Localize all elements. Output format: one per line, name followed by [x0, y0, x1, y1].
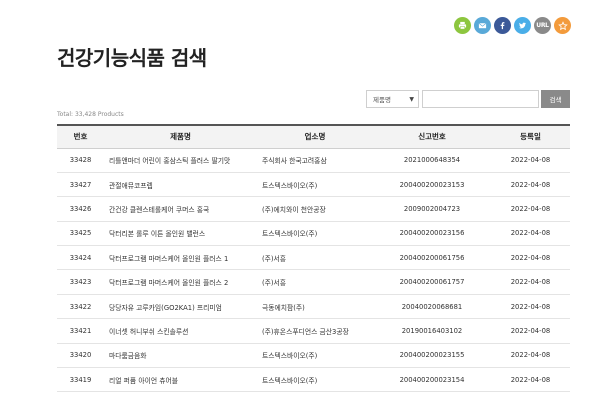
- row-report-number: 20040020068681: [373, 294, 491, 320]
- column-header-number: 번호: [57, 124, 104, 149]
- row-number: 33422: [57, 294, 104, 320]
- search-button[interactable]: 검색: [541, 90, 570, 108]
- column-header-company: 업소명: [257, 124, 373, 149]
- row-product-name[interactable]: 리틀앤마더 어린이 홍삼스틱 플러스 딸기맛: [104, 148, 257, 173]
- share-toolbar: URL: [454, 17, 571, 34]
- mail-icon[interactable]: [474, 17, 491, 34]
- row-number: 33419: [57, 367, 104, 393]
- row-company: 트스텍스바이오(주): [257, 343, 373, 369]
- table-row[interactable]: 33427 관절애뮤코프렙 트스텍스바이오(주) 200400200023153…: [57, 172, 570, 198]
- search-filter-label: 제품명: [373, 96, 391, 104]
- product-table: 번호 제품명 업소명 신고번호 등록일 33428 리틀앤마더 어린이 홍삼스틱…: [57, 124, 570, 393]
- row-date: 2022-04-08: [491, 148, 570, 173]
- row-date: 2022-04-08: [491, 221, 570, 247]
- row-company: (주)서흥: [257, 245, 373, 271]
- table-row[interactable]: 33423 닥터프로그램 마머스케어 올인원 플러스 2 (주)서흥 20040…: [57, 269, 570, 295]
- row-product-name[interactable]: 닥터리본 롤루 이튼 올인원 밸런스: [104, 221, 257, 247]
- row-product-name[interactable]: 이너셋 허니부쉬 스킨솔루션: [104, 318, 257, 344]
- print-icon[interactable]: [454, 17, 471, 34]
- row-company: 주식회사 한국고려홍삼: [257, 148, 373, 173]
- page-title: 건강기능식품 검색: [57, 46, 207, 70]
- row-report-number: 200400200023155: [373, 343, 491, 369]
- row-number: 33420: [57, 343, 104, 369]
- row-date: 2022-04-08: [491, 269, 570, 295]
- column-header-date: 등록일: [491, 124, 570, 149]
- table-row[interactable]: 33425 닥터리본 롤루 이튼 올인원 밸런스 트스텍스바이오(주) 2004…: [57, 221, 570, 247]
- row-company: (주)휴온스푸디언스 금산3공장: [257, 318, 373, 344]
- row-product-name[interactable]: 닥터프로그램 마머스케어 올인원 플러스 1: [104, 245, 257, 271]
- row-company: 트스텍스바이오(주): [257, 172, 373, 198]
- row-report-number: 2009002004723: [373, 196, 491, 222]
- row-product-name[interactable]: 마다룸금음화: [104, 343, 257, 369]
- table-row[interactable]: 33420 마다룸금음화 트스텍스바이오(주) 200400200023155 …: [57, 343, 570, 369]
- row-company: (주)서흥: [257, 269, 373, 295]
- row-date: 2022-04-08: [491, 196, 570, 222]
- search-filter-select[interactable]: 제품명 ▼: [366, 90, 419, 108]
- row-number: 33428: [57, 148, 104, 173]
- chevron-down-icon: ▼: [409, 95, 414, 103]
- bookmark-icon[interactable]: [554, 17, 571, 34]
- table-row[interactable]: 33422 당당자유 고루카임(GO2KA1) 프리미엄 극동에치팜(주) 20…: [57, 294, 570, 320]
- url-icon[interactable]: URL: [534, 17, 551, 34]
- table-row[interactable]: 33426 간건강 클렌스테롤케어 쿠머스 홍국 (주)에치와이 천안공장 20…: [57, 196, 570, 222]
- row-date: 2022-04-08: [491, 318, 570, 344]
- row-product-name[interactable]: 닥터프로그램 마머스케어 올인원 플러스 2: [104, 269, 257, 295]
- row-report-number: 200400200023153: [373, 172, 491, 198]
- row-product-name[interactable]: 간건강 클렌스테롤케어 쿠머스 홍국: [104, 196, 257, 222]
- row-date: 2022-04-08: [491, 245, 570, 271]
- row-product-name[interactable]: 리얼 퍼퓸 아이언 츄어블: [104, 367, 257, 393]
- search-input[interactable]: [422, 90, 539, 108]
- row-number: 33421: [57, 318, 104, 344]
- row-date: 2022-04-08: [491, 172, 570, 198]
- table-body: 33428 리틀앤마더 어린이 홍삼스틱 플러스 딸기맛 주식회사 한국고려홍삼…: [57, 148, 570, 393]
- row-number: 33423: [57, 269, 104, 295]
- row-report-number: 20190016403102: [373, 318, 491, 344]
- row-company: 극동에치팜(주): [257, 294, 373, 320]
- row-number: 33425: [57, 221, 104, 247]
- column-header-product: 제품명: [104, 124, 257, 149]
- row-company: 트스텍스바이오(주): [257, 221, 373, 247]
- row-report-number: 200400200061757: [373, 269, 491, 295]
- column-header-report-number: 신고번호: [373, 124, 491, 149]
- table-header: 번호 제품명 업소명 신고번호 등록일: [57, 124, 570, 149]
- twitter-icon[interactable]: [514, 17, 531, 34]
- row-date: 2022-04-08: [491, 343, 570, 369]
- table-row[interactable]: 33421 이너셋 허니부쉬 스킨솔루션 (주)휴온스푸디언스 금산3공장 20…: [57, 318, 570, 344]
- row-report-number: 200400200023156: [373, 221, 491, 247]
- row-date: 2022-04-08: [491, 367, 570, 393]
- row-product-name[interactable]: 당당자유 고루카임(GO2KA1) 프리미엄: [104, 294, 257, 320]
- row-report-number: 2021000648354: [373, 148, 491, 173]
- row-number: 33427: [57, 172, 104, 198]
- total-count: Total: 33,428 Products: [57, 111, 124, 118]
- row-report-number: 200400200023154: [373, 367, 491, 393]
- search-bar: 제품명 ▼ 검색: [366, 90, 570, 108]
- table-row[interactable]: 33428 리틀앤마더 어린이 홍삼스틱 플러스 딸기맛 주식회사 한국고려홍삼…: [57, 148, 570, 173]
- row-report-number: 200400200061756: [373, 245, 491, 271]
- row-number: 33424: [57, 245, 104, 271]
- row-company: (주)에치와이 천안공장: [257, 196, 373, 222]
- row-product-name[interactable]: 관절애뮤코프렙: [104, 172, 257, 198]
- row-date: 2022-04-08: [491, 294, 570, 320]
- row-number: 33426: [57, 196, 104, 222]
- table-row[interactable]: 33424 닥터프로그램 마머스케어 올인원 플러스 1 (주)서흥 20040…: [57, 245, 570, 271]
- row-company: 트스텍스바이오(주): [257, 367, 373, 393]
- table-row[interactable]: 33419 리얼 퍼퓸 아이언 츄어블 트스텍스바이오(주) 200400200…: [57, 367, 570, 393]
- facebook-icon[interactable]: [494, 17, 511, 34]
